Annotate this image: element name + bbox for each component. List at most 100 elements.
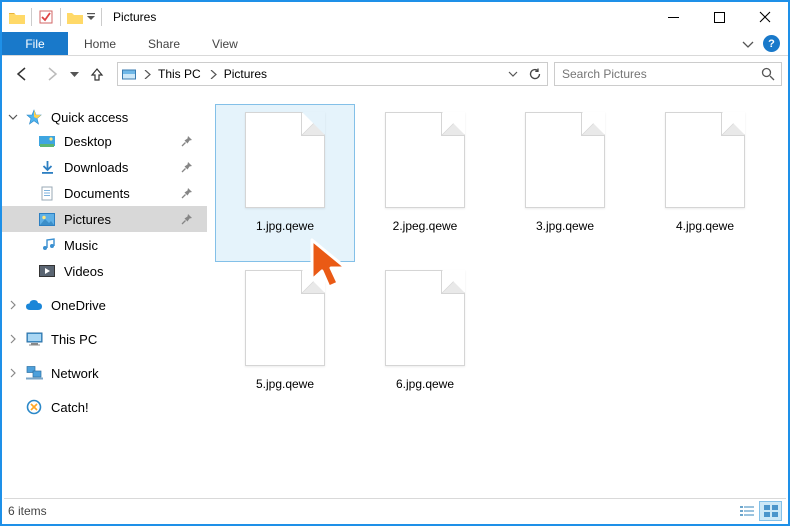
file-item[interactable]: 2.jpeg.qewe bbox=[355, 104, 495, 262]
documents-icon bbox=[38, 185, 56, 201]
separator bbox=[101, 8, 102, 26]
sidebar-label: OneDrive bbox=[51, 298, 106, 313]
pictures-icon bbox=[38, 211, 56, 227]
file-icon bbox=[665, 112, 745, 208]
tab-share[interactable]: Share bbox=[132, 32, 196, 55]
location-icon bbox=[118, 68, 140, 81]
file-icon bbox=[245, 112, 325, 208]
properties-icon[interactable] bbox=[38, 9, 54, 25]
file-icon bbox=[525, 112, 605, 208]
chevron-right-icon bbox=[8, 300, 22, 310]
content-area: Quick access Desktop Downloads Documents Pi… bbox=[2, 92, 788, 502]
chevron-right-icon[interactable] bbox=[140, 70, 155, 79]
title-bar: Pictures bbox=[2, 2, 788, 32]
file-view[interactable]: 1.jpg.qewe 2.jpeg.qewe 3.jpg.qewe 4.jpg.qew… bbox=[207, 92, 788, 502]
nav-bar: This PC Pictures bbox=[2, 56, 788, 92]
network-icon bbox=[25, 365, 43, 381]
ribbon-expand-icon[interactable] bbox=[737, 33, 759, 55]
sidebar-network[interactable]: Network bbox=[2, 362, 207, 384]
search-box[interactable] bbox=[554, 62, 782, 86]
downloads-icon bbox=[38, 159, 56, 175]
status-bar: 6 items bbox=[4, 498, 786, 522]
breadcrumb-segment[interactable]: This PC bbox=[155, 67, 206, 81]
file-icon bbox=[245, 270, 325, 366]
qat-dropdown-icon[interactable] bbox=[86, 7, 95, 27]
desktop-icon bbox=[38, 133, 56, 149]
maximize-button[interactable] bbox=[696, 2, 742, 32]
file-icon bbox=[385, 270, 465, 366]
star-icon bbox=[25, 109, 43, 125]
tab-view[interactable]: View bbox=[196, 32, 254, 55]
file-name: 4.jpg.qewe bbox=[676, 219, 734, 233]
pin-icon bbox=[181, 213, 193, 225]
back-button[interactable] bbox=[8, 60, 36, 88]
chevron-right-icon[interactable] bbox=[206, 70, 221, 79]
chevron-right-icon bbox=[8, 368, 22, 378]
file-item[interactable]: 4.jpg.qewe bbox=[635, 104, 775, 262]
sidebar-label: Network bbox=[51, 366, 99, 381]
file-name: 3.jpg.qewe bbox=[536, 219, 594, 233]
file-name: 5.jpg.qewe bbox=[256, 377, 314, 391]
file-item[interactable]: 6.jpg.qewe bbox=[355, 262, 495, 420]
sidebar-item-music[interactable]: Music bbox=[2, 232, 207, 258]
navigation-pane: Quick access Desktop Downloads Documents Pi… bbox=[2, 92, 207, 502]
sidebar-label: Quick access bbox=[51, 110, 128, 125]
file-item[interactable]: 1.jpg.qewe bbox=[215, 104, 355, 262]
chevron-right-icon bbox=[8, 334, 22, 344]
file-tab[interactable]: File bbox=[2, 32, 68, 55]
sidebar-item-label: Desktop bbox=[64, 134, 112, 149]
search-input[interactable] bbox=[555, 67, 755, 81]
recent-dropdown-icon[interactable] bbox=[68, 60, 81, 88]
pin-icon bbox=[181, 187, 193, 199]
help-icon[interactable]: ? bbox=[763, 35, 780, 52]
sidebar-onedrive[interactable]: OneDrive bbox=[2, 294, 207, 316]
sidebar-item-label: Pictures bbox=[64, 212, 111, 227]
sidebar-item-label: Videos bbox=[64, 264, 104, 279]
ribbon-tabs: File Home Share View ? bbox=[2, 32, 788, 56]
address-dropdown-icon[interactable] bbox=[503, 69, 523, 79]
breadcrumb-segment[interactable]: Pictures bbox=[221, 67, 272, 81]
videos-icon bbox=[38, 263, 56, 279]
sidebar-item-label: Downloads bbox=[64, 160, 128, 175]
close-button[interactable] bbox=[742, 2, 788, 32]
tab-home[interactable]: Home bbox=[68, 32, 132, 55]
sidebar-item-desktop[interactable]: Desktop bbox=[2, 128, 207, 154]
file-name: 6.jpg.qewe bbox=[396, 377, 454, 391]
refresh-icon[interactable] bbox=[523, 67, 547, 81]
sidebar-item-pictures[interactable]: Pictures bbox=[2, 206, 207, 232]
search-icon[interactable] bbox=[755, 67, 781, 81]
address-bar[interactable]: This PC Pictures bbox=[117, 62, 548, 86]
sidebar-item-downloads[interactable]: Downloads bbox=[2, 154, 207, 180]
monitor-icon bbox=[25, 331, 43, 347]
file-icon bbox=[385, 112, 465, 208]
cloud-icon bbox=[25, 297, 43, 313]
file-name: 2.jpeg.qewe bbox=[393, 219, 458, 233]
sidebar-item-videos[interactable]: Videos bbox=[2, 258, 207, 284]
up-button[interactable] bbox=[83, 60, 111, 88]
music-icon bbox=[38, 237, 56, 253]
sidebar-catch[interactable]: Catch! bbox=[2, 396, 207, 418]
sidebar-item-label: Music bbox=[64, 238, 98, 253]
item-count: 6 items bbox=[8, 504, 47, 518]
separator bbox=[31, 8, 32, 26]
sidebar-this-pc[interactable]: This PC bbox=[2, 328, 207, 350]
window-title: Pictures bbox=[113, 10, 156, 24]
file-item[interactable]: 5.jpg.qewe bbox=[215, 262, 355, 420]
folder-small-icon[interactable] bbox=[67, 9, 83, 25]
pin-icon bbox=[181, 135, 193, 147]
sidebar-label: This PC bbox=[51, 332, 97, 347]
separator bbox=[60, 8, 61, 26]
file-item[interactable]: 3.jpg.qewe bbox=[495, 104, 635, 262]
sidebar-item-label: Documents bbox=[64, 186, 130, 201]
pin-icon bbox=[181, 161, 193, 173]
sidebar-item-documents[interactable]: Documents bbox=[2, 180, 207, 206]
large-icons-view-button[interactable] bbox=[759, 501, 782, 521]
sidebar-quick-access[interactable]: Quick access bbox=[2, 106, 207, 128]
folder-icon bbox=[9, 9, 25, 25]
file-name: 1.jpg.qewe bbox=[256, 219, 314, 233]
forward-button[interactable] bbox=[38, 60, 66, 88]
minimize-button[interactable] bbox=[650, 2, 696, 32]
details-view-button[interactable] bbox=[735, 501, 758, 521]
catch-icon bbox=[25, 399, 43, 415]
chevron-down-icon bbox=[8, 112, 22, 122]
